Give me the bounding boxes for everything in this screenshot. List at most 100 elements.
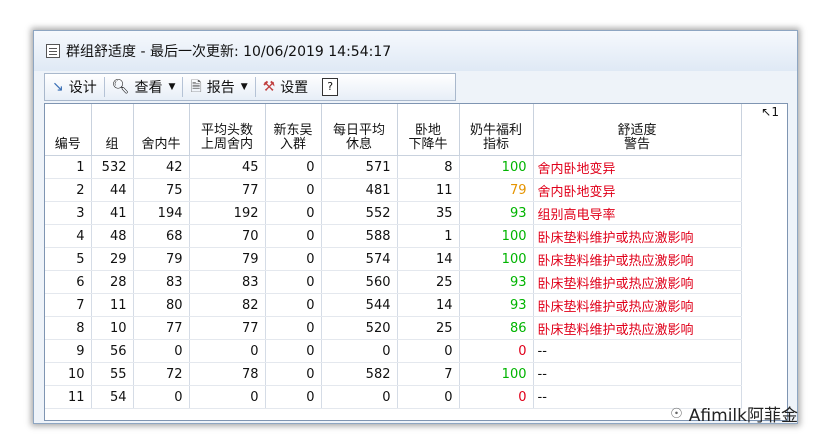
herd-comfort-window: 群组舒适度 - 最后一次更新: 10/06/2019 14:54:17 ↘ 设计… [33, 30, 798, 424]
cell-warning: 舍内卧地变异 [533, 155, 742, 179]
cell-no: 2 [45, 178, 92, 202]
cell-in-pen: 75 [133, 178, 190, 202]
cell-warning: 卧床垫料维护或热应激影响 [533, 247, 742, 271]
cell-daily-rest: 520 [321, 316, 398, 340]
cell-warning: 卧床垫料维护或热应激影响 [533, 224, 742, 248]
cell-lying-drop: 25 [397, 316, 460, 340]
column-header[interactable]: 每日平均 休息 [321, 104, 398, 156]
sort-indicator[interactable]: ↖1 [761, 105, 779, 119]
view-label: 查看 [134, 80, 163, 96]
cell-in-pen: 42 [133, 155, 190, 179]
table-row[interactable]: 1 532 42 45 0 571 8 100 舍内卧地变异 [45, 155, 742, 179]
cell-welfare: 86 [459, 316, 534, 340]
cell-welfare: 100 [459, 247, 534, 271]
cell-welfare: 0 [459, 339, 534, 363]
cell-warning: 舍内卧地变异 [533, 178, 742, 202]
cell-no: 5 [45, 247, 92, 271]
cell-no: 11 [45, 385, 92, 409]
table-row[interactable]: 5 29 79 79 0 574 14 100 卧床垫料维护或热应激影响 [45, 247, 742, 271]
settings-icon: ⚒ [262, 79, 276, 95]
cell-in-pen: 0 [133, 339, 190, 363]
cell-warning: -- [533, 362, 742, 386]
cell-group: 11 [91, 293, 134, 317]
cell-daily-rest: 588 [321, 224, 398, 248]
cell-daily-rest: 582 [321, 362, 398, 386]
search-icon: 🔍︎ [111, 79, 130, 95]
cell-new-in: 0 [265, 270, 322, 294]
cell-in-pen: 77 [133, 316, 190, 340]
table-row[interactable]: 3 41 194 192 0 552 35 93 组别高电导率 [45, 201, 742, 225]
table-row[interactable]: 4 48 68 70 0 588 1 100 卧床垫料维护或热应激影响 [45, 224, 742, 248]
cell-group: 44 [91, 178, 134, 202]
cell-in-pen: 80 [133, 293, 190, 317]
cell-in-pen: 68 [133, 224, 190, 248]
cell-lying-drop: 0 [397, 339, 460, 363]
cell-no: 4 [45, 224, 92, 248]
cell-new-in: 0 [265, 316, 322, 340]
column-header[interactable]: 卧地 下降牛 [397, 104, 460, 156]
table-row[interactable]: 11 54 0 0 0 0 0 0 -- [45, 385, 742, 409]
cell-no: 8 [45, 316, 92, 340]
column-header[interactable]: 编号 [45, 104, 92, 156]
wechat-icon: ☉ [670, 405, 683, 422]
cell-no: 3 [45, 201, 92, 225]
cell-daily-rest: 574 [321, 247, 398, 271]
cell-daily-rest: 0 [321, 385, 398, 409]
column-header[interactable]: 组 [91, 104, 134, 156]
cell-in-pen: 0 [133, 385, 190, 409]
settings-button[interactable]: ⚒ 设置 [256, 75, 316, 99]
cell-group: 54 [91, 385, 134, 409]
cell-in-pen: 79 [133, 247, 190, 271]
table-row[interactable]: 6 28 83 83 0 560 25 93 卧床垫料维护或热应激影响 [45, 270, 742, 294]
report-button[interactable]: 🗎︎ 报告 ▼ [183, 75, 254, 99]
help-button[interactable]: ? [315, 75, 345, 99]
column-header[interactable]: 新东吴 入群 [265, 104, 322, 156]
cell-group: 29 [91, 247, 134, 271]
cell-avg-last-week: 0 [189, 385, 266, 409]
help-icon: ? [322, 78, 339, 96]
cell-welfare: 93 [459, 270, 534, 294]
cell-no: 1 [45, 155, 92, 179]
settings-label: 设置 [280, 80, 309, 96]
cell-group: 28 [91, 270, 134, 294]
chevron-down-icon: ▼ [168, 82, 176, 92]
cell-avg-last-week: 0 [189, 339, 266, 363]
column-header[interactable]: 平均头数 上周舍内 [189, 104, 266, 156]
cell-daily-rest: 481 [321, 178, 398, 202]
cell-no: 6 [45, 270, 92, 294]
table-row[interactable]: 7 11 80 82 0 544 14 93 卧床垫料维护或热应激影响 [45, 293, 742, 317]
table-row[interactable]: 2 44 75 77 0 481 11 79 舍内卧地变异 [45, 178, 742, 202]
column-header[interactable]: 舒适度 警告 [533, 104, 742, 156]
cell-new-in: 0 [265, 247, 322, 271]
cell-welfare: 79 [459, 178, 534, 202]
cell-no: 10 [45, 362, 92, 386]
watermark: ☉ Afimilk阿菲金 [670, 401, 798, 427]
cell-avg-last-week: 83 [189, 270, 266, 294]
cell-group: 532 [91, 155, 134, 179]
cell-group: 41 [91, 201, 134, 225]
cell-new-in: 0 [265, 293, 322, 317]
cell-daily-rest: 0 [321, 339, 398, 363]
cell-avg-last-week: 82 [189, 293, 266, 317]
cell-avg-last-week: 77 [189, 178, 266, 202]
table-row[interactable]: 9 56 0 0 0 0 0 0 -- [45, 339, 742, 363]
cell-new-in: 0 [265, 362, 322, 386]
cell-group: 10 [91, 316, 134, 340]
cell-lying-drop: 11 [397, 178, 460, 202]
table-row[interactable]: 8 10 77 77 0 520 25 86 卧床垫料维护或热应激影响 [45, 316, 742, 340]
view-button[interactable]: 🔍︎ 查看 ▼ [105, 75, 183, 99]
report-icon: 🗎︎ [190, 79, 202, 95]
cell-lying-drop: 0 [397, 385, 460, 409]
cell-avg-last-week: 192 [189, 201, 266, 225]
table-row[interactable]: 10 55 72 78 0 582 7 100 -- [45, 362, 742, 386]
cell-warning: 卧床垫料维护或热应激影响 [533, 293, 742, 317]
cell-lying-drop: 1 [397, 224, 460, 248]
cell-group: 56 [91, 339, 134, 363]
design-button[interactable]: ↘ 设计 [45, 75, 104, 99]
column-header[interactable]: 舍内牛 [133, 104, 190, 156]
design-icon: ↘ [52, 79, 64, 95]
column-header[interactable]: 奶牛福利 指标 [459, 104, 534, 156]
cell-in-pen: 194 [133, 201, 190, 225]
cell-new-in: 0 [265, 224, 322, 248]
cell-welfare: 0 [459, 385, 534, 409]
